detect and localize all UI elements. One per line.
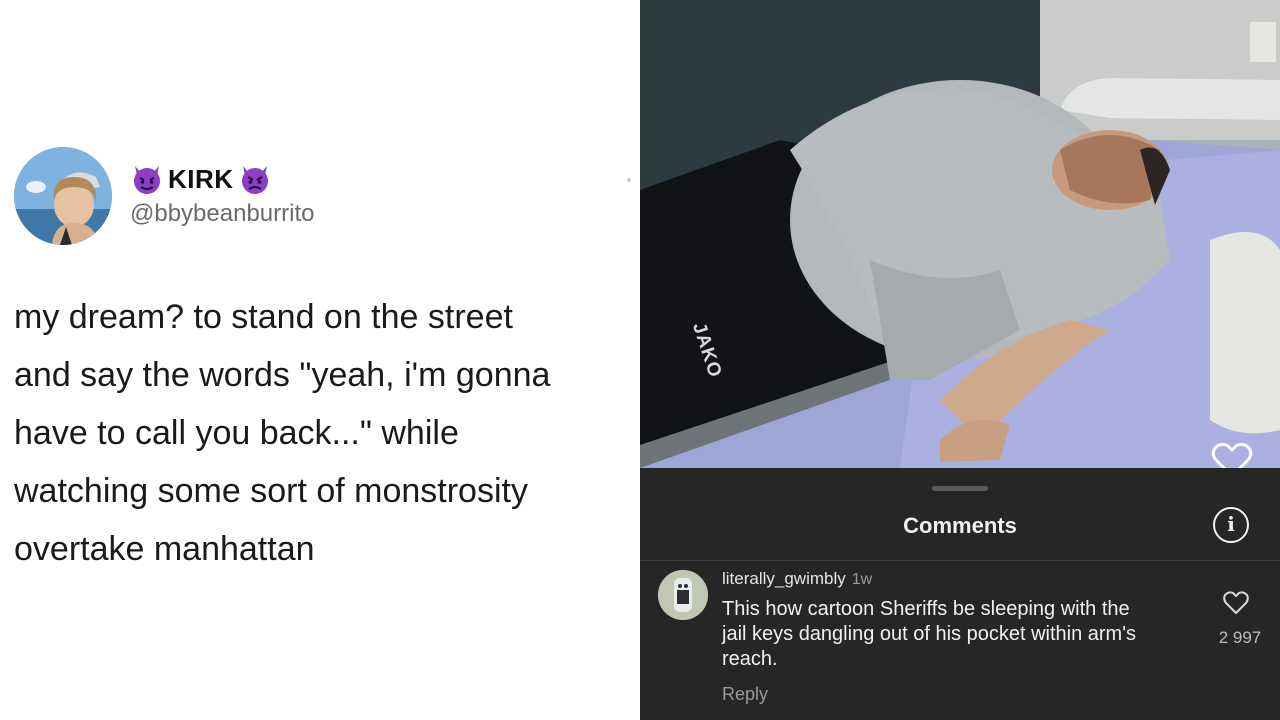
display-name-row: KIRK: [130, 161, 272, 197]
commenter-avatar[interactable]: [658, 570, 708, 620]
user-handle[interactable]: @bbybeanburrito: [130, 200, 314, 228]
tweet-text-line: my dream? to stand on the street: [14, 298, 513, 336]
avatar[interactable]: [14, 147, 112, 245]
display-name[interactable]: KIRK: [168, 164, 234, 195]
comment-time: 1w: [851, 571, 873, 588]
comments-sheet: Comments i literally_gwimbly 1w This how …: [640, 468, 1280, 720]
sheet-title: Comments: [903, 513, 1017, 538]
info-circle-icon[interactable]: i: [1213, 507, 1249, 543]
sheet-grabber[interactable]: [932, 486, 988, 491]
smiling-devil-icon: [134, 166, 160, 194]
tweet-text: my dream? to stand on the street and say…: [14, 288, 634, 578]
hospital-photo: [640, 0, 1280, 468]
tweet-text-line: have to call you back..." while: [14, 414, 459, 452]
divider-dot: [627, 178, 631, 182]
comment-text: This how cartoon Sheriffs be sleeping wi…: [722, 597, 1202, 672]
reply-button[interactable]: Reply: [722, 684, 768, 705]
comment-like-icon[interactable]: [1222, 590, 1250, 616]
commenter-username[interactable]: literally_gwimbly: [722, 569, 846, 588]
comment-header: literally_gwimbly 1w: [722, 569, 872, 589]
comment-like-count: 2 997: [1218, 628, 1262, 647]
sheet-divider: [640, 560, 1280, 561]
comment-text-line: jail keys dangling out of his pocket wit…: [722, 623, 1137, 645]
tweet-text-line: watching some sort of monstrosity: [14, 472, 528, 510]
comment-text-line: This how cartoon Sheriffs be sleeping wi…: [722, 598, 1130, 620]
tweet-text-line: overtake manhattan: [14, 530, 315, 568]
avatar-photo: [14, 147, 112, 245]
angry-devil-icon: [241, 166, 268, 194]
commenter-avatar-photo: [658, 570, 708, 620]
comment-text-line: reach.: [722, 648, 778, 670]
tweet-panel: KIRK @bbybeanburrito my dream? to stand …: [0, 0, 640, 720]
post-photo[interactable]: [640, 0, 1280, 468]
tweet-text-line: and say the words "yeah, i'm gonna: [14, 356, 551, 394]
